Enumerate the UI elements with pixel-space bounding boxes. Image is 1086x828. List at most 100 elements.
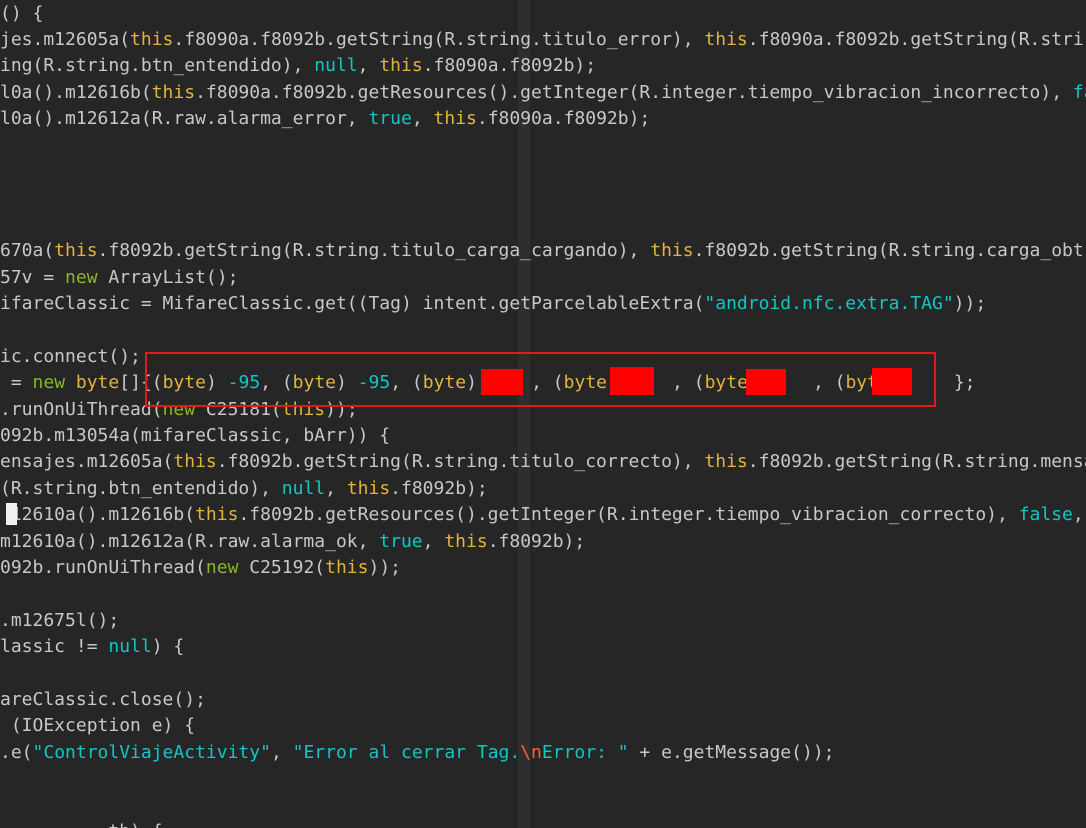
code-token: lassic != — [0, 636, 109, 658]
code-token: this — [650, 240, 694, 262]
code-token: (IOException e) { — [0, 715, 196, 737]
code-line: 12610a().m12616b(this.f8092b.getResource… — [0, 502, 1084, 528]
code-token: (R.string.btn_entendido), — [0, 477, 282, 499]
code-token: , — [422, 530, 445, 552]
code-token: , — [270, 741, 293, 763]
code-token: true — [368, 108, 412, 130]
code-token: .m12675l(); — [0, 609, 120, 631]
code-line: .e("ControlViajeActivity", "Error al cer… — [0, 740, 835, 766]
code-token: jes.m12605a( — [0, 28, 131, 50]
code-token: + e.getMessage()); — [628, 741, 835, 763]
code-token: .f8090a.f8092b); — [422, 55, 597, 77]
redaction-box — [481, 369, 523, 395]
code-token: .f8092b.getString(R.string.mensa — [747, 451, 1086, 473]
code-line: jes.m12605a(this.f8090a.f8092b.getString… — [0, 27, 1084, 53]
highlight-box — [145, 352, 936, 407]
code-editor[interactable]: () {jes.m12605a(this.f8090a.f8092b.getSt… — [0, 0, 1086, 828]
code-token: this — [346, 477, 391, 499]
code-token: .f8092b.getString(R.string.titulo_carga_… — [97, 240, 651, 262]
code-token: , — [357, 55, 380, 77]
code-line: th) { — [0, 819, 162, 828]
code-token: this — [130, 28, 174, 50]
code-token: this — [704, 28, 748, 50]
code-token: this — [444, 530, 488, 552]
code-line: (R.string.btn_entendido), null, this.f80… — [0, 476, 488, 502]
code-token: C25192( — [238, 556, 326, 578]
redaction-box — [872, 368, 912, 395]
text-cursor — [6, 503, 17, 525]
code-line: 57v = new ArrayList(); — [0, 265, 238, 291]
code-token: this — [704, 451, 748, 473]
code-token: this — [195, 504, 239, 526]
code-line: ing(R.string.btn_entendido), null, this.… — [0, 53, 596, 79]
code-token: null — [281, 477, 326, 499]
code-token: , — [1072, 504, 1084, 526]
code-token: new — [205, 556, 239, 578]
code-token: new — [32, 372, 66, 394]
code-token: null — [108, 636, 152, 658]
code-token: .f8092b); — [487, 530, 586, 552]
code-token: 57v = — [0, 266, 66, 288]
code-token: 092b.m13054a(mifareClassic, bArr)) { — [0, 424, 391, 446]
code-line: lassic != null) { — [0, 634, 184, 660]
code-token: byte — [75, 372, 120, 394]
code-token: "android.nfc.extra.TAG" — [704, 292, 954, 314]
code-token: areClassic.close(); — [0, 688, 206, 710]
code-token: .f8090a.f8092b.getString(R.stri — [747, 28, 1084, 50]
code-token: new — [65, 266, 98, 288]
code-token: this — [325, 556, 369, 578]
code-token: l0a().m12616b( — [0, 81, 152, 103]
code-token: "Error al cerrar Tag. — [292, 741, 521, 763]
code-token: )); — [368, 556, 401, 578]
code-token: .f8092b.getString(R.string.carga_obt — [693, 240, 1084, 262]
code-line: l0a().m12616b(this.f8090a.f8092b.getReso… — [0, 80, 1086, 106]
code-token: , — [325, 477, 347, 499]
code-token: .f8090a.f8092b); — [476, 108, 651, 130]
code-line: .m12675l(); — [0, 608, 119, 634]
code-line: 092b.m13054a(mifareClassic, bArr)) { — [0, 423, 390, 449]
code-token: ensajes.m12605a( — [0, 451, 174, 473]
code-token: .f8092b); — [390, 477, 488, 499]
code-token: fa — [1072, 81, 1086, 103]
redaction-box — [610, 367, 654, 395]
code-token: this — [379, 55, 423, 77]
code-token: ifareClassic = MifareClassic.get((Tag) i… — [0, 292, 705, 314]
code-line: 670a(this.f8092b.getString(R.string.titu… — [0, 238, 1084, 264]
code-line: () { — [0, 1, 43, 27]
code-token: = — [0, 372, 33, 394]
code-token: this — [173, 451, 217, 473]
code-token: .f8092b.getString(R.string.titulo_correc… — [216, 451, 705, 473]
code-token: ing(R.string.btn_entendido), — [0, 55, 315, 77]
code-line: areClassic.close(); — [0, 687, 206, 713]
code-token: l0a().m12612a(R.raw.alarma_error, — [0, 108, 369, 130]
code-token: )); — [953, 292, 987, 314]
code-token: () { — [0, 2, 44, 24]
code-token: .f8090a.f8092b.getString(R.string.titulo… — [173, 28, 705, 50]
code-token: null — [314, 55, 358, 77]
code-token: m12610a().m12612a(R.raw.alarma_ok, — [0, 530, 380, 552]
code-token: ) { — [151, 636, 185, 658]
code-token: , — [411, 108, 434, 130]
code-line: ensajes.m12605a(this.f8092b.getString(R.… — [0, 449, 1086, 475]
code-line: 092b.runOnUiThread(new C25192(this)); — [0, 555, 401, 581]
code-line: ic.connect(); — [0, 344, 141, 370]
code-token: "ControlViajeActivity" — [32, 741, 271, 763]
code-token: this — [151, 81, 196, 103]
code-token: .f8090a.f8092b.getResources().getInteger… — [195, 81, 1073, 103]
code-token: 12610a().m12616b( — [0, 504, 196, 526]
code-token: 092b.runOnUiThread( — [0, 556, 206, 578]
code-token: this — [433, 108, 477, 130]
code-line: m12610a().m12612a(R.raw.alarma_ok, true,… — [0, 529, 585, 555]
code-token: .runOnUiThread( — [0, 398, 163, 420]
code-token: ic.connect(); — [0, 345, 141, 367]
code-token: ArrayList(); — [97, 266, 239, 288]
code-line: ifareClassic = MifareClassic.get((Tag) i… — [0, 291, 986, 317]
code-line: (IOException e) { — [0, 713, 195, 739]
code-token: th) { — [0, 821, 162, 828]
code-line: l0a().m12612a(R.raw.alarma_error, true, … — [0, 106, 650, 132]
code-token: this — [54, 240, 98, 262]
code-token: .f8092b.getResources().getInteger(R.inte… — [238, 504, 1019, 526]
code-token: false — [1018, 504, 1073, 526]
code-token: true — [379, 530, 423, 552]
